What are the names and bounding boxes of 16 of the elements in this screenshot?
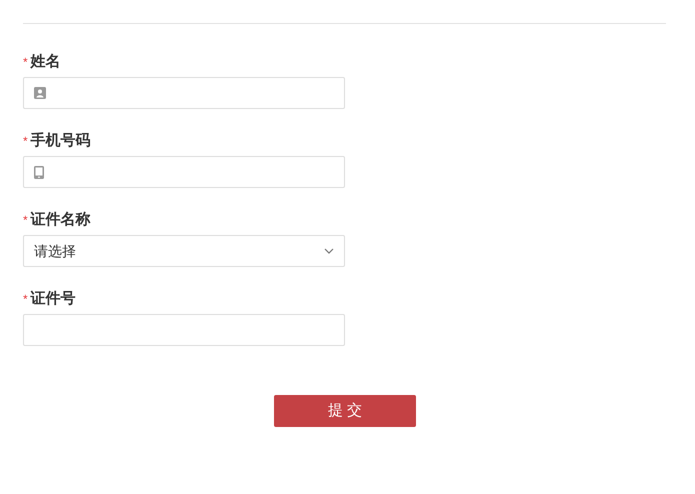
person-icon [34, 87, 46, 99]
text-field[interactable] [23, 156, 345, 188]
field-label: 姓名 [30, 53, 61, 70]
phone-icon [34, 166, 44, 178]
required-mark: * [23, 134, 28, 148]
chevron-down-icon [324, 248, 334, 254]
required-mark: * [23, 213, 28, 227]
submit-button[interactable]: 提 交 [274, 395, 416, 427]
text-field[interactable] [23, 314, 345, 346]
field-label: 证件号 [30, 290, 76, 307]
select-field[interactable]: 请选择 [23, 235, 345, 267]
text-field[interactable] [23, 77, 345, 109]
field-label: 证件名称 [30, 211, 91, 228]
required-mark: * [23, 55, 28, 69]
required-mark: * [23, 292, 28, 306]
field-label: 手机号码 [30, 132, 91, 149]
